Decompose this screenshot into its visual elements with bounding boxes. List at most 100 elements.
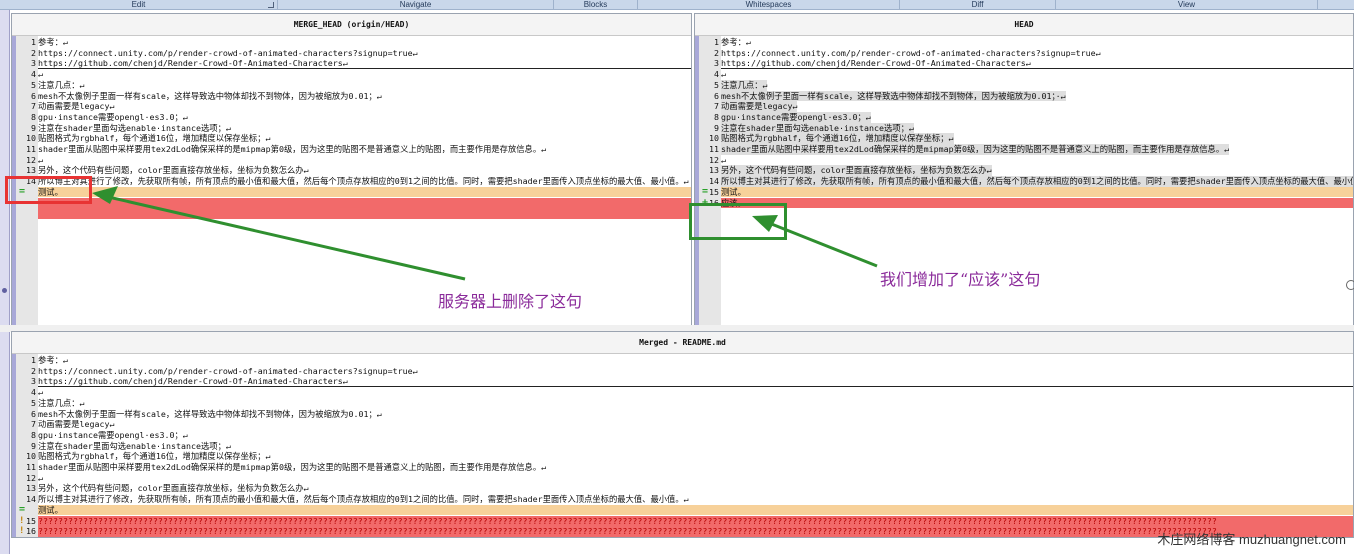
code-line[interactable]: ↵ bbox=[721, 69, 1353, 80]
ribbon-group-blocks[interactable]: Blocks bbox=[554, 0, 638, 10]
code-line[interactable]: ↵ bbox=[721, 155, 1353, 166]
line-number: 2 bbox=[714, 47, 719, 58]
code-line-text: 注意几点：↵ bbox=[721, 79, 768, 91]
code-line[interactable]: ????????????????????????????????????????… bbox=[38, 526, 1353, 537]
code-line[interactable]: 注意几点：↵ bbox=[38, 398, 1353, 409]
code-line[interactable]: ↵ bbox=[38, 69, 691, 80]
code-line[interactable]: 注意几点：↵ bbox=[38, 80, 691, 91]
code-line[interactable]: gpu·instance需要opengl·es3.0；↵ bbox=[38, 430, 1353, 441]
code-line-text: ↵ bbox=[721, 154, 726, 165]
ribbon-group-navigate[interactable]: Navigate bbox=[278, 0, 554, 10]
code-line[interactable]: 注意在shader里面勾选enable·instance选项；↵ bbox=[721, 122, 1353, 134]
code-line-text: 另外，这个代码有些问题，color里面直接存放坐标，坐标为负数怎么办↵ bbox=[38, 483, 309, 494]
code-line-text: 参考：↵ bbox=[38, 355, 68, 365]
code-line[interactable]: 测试。 bbox=[38, 504, 1353, 516]
code-line-text: 所以博主对其进行了修改，先获取所有帧，所有顶点的最小值和最大值，然后每个顶点存放… bbox=[38, 494, 689, 505]
code-line[interactable]: 动画需要是legacy↵ bbox=[38, 419, 1353, 430]
code-line[interactable]: 所以博主对其进行了修改，先获取所有帧，所有顶点的最小值和最大值，然后每个顶点存放… bbox=[38, 494, 1353, 505]
code-line[interactable]: gpu·instance需要opengl·es3.0；↵ bbox=[38, 112, 691, 123]
unchanged-line-icon: = bbox=[19, 503, 26, 515]
code-line[interactable]: https://github.com/chenjd/Render-Crowd-O… bbox=[38, 376, 1353, 388]
code-line[interactable]: https://connect.unity.com/p/render-crowd… bbox=[721, 48, 1353, 59]
ribbon-group-whitespaces[interactable]: Whitespaces bbox=[638, 0, 900, 10]
annotation-box-green bbox=[689, 203, 787, 240]
line-number: 1 bbox=[31, 355, 36, 365]
line-number: 6 bbox=[31, 90, 36, 101]
code-line[interactable]: shader里面从贴图中采样要用tex2dLod确保采样的是mipmap第0级，… bbox=[721, 144, 1353, 155]
code-line[interactable]: 所以博主对其进行了修改，先获取所有帧，所有顶点的最小值和最大值，然后每个顶点存放… bbox=[721, 176, 1353, 187]
code-line[interactable]: 测试。 bbox=[38, 186, 691, 198]
conflict-warning-icon: ! bbox=[19, 526, 25, 537]
code-line[interactable]: 测试。 bbox=[721, 186, 1353, 198]
code-line[interactable]: https://connect.unity.com/p/render-crowd… bbox=[38, 48, 691, 59]
code-line[interactable]: 另外，这个代码有些问题，color里面直接存放坐标，坐标为负数怎么办↵ bbox=[721, 165, 1353, 177]
code-line[interactable]: ↵ bbox=[38, 155, 691, 166]
text-area[interactable]: 参考：↵ https://connect.unity.com/p/render-c… bbox=[38, 354, 1353, 537]
code-line[interactable]: 参考：↵ bbox=[721, 37, 1353, 48]
code-line[interactable]: 另外，这个代码有些问题，color里面直接存放坐标，坐标为负数怎么办↵ bbox=[38, 165, 691, 176]
line-number: 14 bbox=[26, 494, 36, 505]
code-line[interactable]: shader里面从贴图中采样要用tex2dLod确保采样的是mipmap第0级，… bbox=[38, 462, 1353, 473]
gutter-bar bbox=[695, 36, 699, 325]
code-line-text: 动画需要是legacy↵ bbox=[38, 101, 115, 112]
code-line-text: mesh不太像例子里面一样有scale，这样导致选中物体却找不到物体，因为被缩放… bbox=[38, 408, 382, 419]
code-line[interactable]: mesh不太像例子里面一样有scale，这样导致选中物体却找不到物体，因为被缩放… bbox=[38, 91, 691, 102]
left-splitter-strip[interactable] bbox=[0, 10, 10, 554]
line-number: 8 bbox=[714, 111, 719, 122]
line-number: 13 bbox=[26, 165, 36, 176]
pane-title: HEAD bbox=[695, 14, 1353, 36]
ribbon-group-view[interactable]: View bbox=[1056, 0, 1318, 10]
line-number: 7 bbox=[31, 101, 36, 112]
code-line[interactable]: 注意在shader里面勾选enable·instance选项；↵ bbox=[38, 123, 691, 134]
text-area[interactable]: 参考：↵ https://connect.unity.com/p/render-c… bbox=[38, 36, 691, 325]
code-line-text: shader里面从贴图中采样要用tex2dLod确保采样的是mipmap第0级，… bbox=[721, 144, 1230, 155]
code-line[interactable]: 参考：↵ bbox=[38, 37, 691, 48]
code-line-text: https://github.com/chenjd/Render-Crowd-O… bbox=[38, 376, 348, 387]
code-line[interactable]: mesh不太像例子里面一样有scale，这样导致选中物体却找不到物体，因为被缩放… bbox=[721, 90, 1353, 102]
code-line[interactable]: 注意在shader里面勾选enable·instance选项；↵ bbox=[38, 441, 1353, 452]
code-line[interactable]: 所以博主对其进行了修改，先获取所有帧，所有顶点的最小值和最大值，然后每个顶点存放… bbox=[38, 176, 691, 187]
code-line[interactable]: 动画需要是legacy↵ bbox=[721, 101, 1353, 112]
code-line-text: https://github.com/chenjd/Render-Crowd-O… bbox=[38, 58, 348, 69]
code-line[interactable]: https://github.com/chenjd/Render-Crowd-O… bbox=[38, 58, 691, 70]
code-line[interactable]: shader里面从贴图中采样要用tex2dLod确保采样的是mipmap第0级，… bbox=[38, 144, 691, 155]
pane-title: MERGE_HEAD (origin/HEAD) bbox=[12, 14, 691, 36]
splitter-handle-icon[interactable] bbox=[2, 288, 7, 293]
code-line[interactable]: https://github.com/chenjd/Render-Crowd-O… bbox=[721, 58, 1353, 70]
code-line[interactable]: 参考：↵ bbox=[38, 355, 1353, 366]
line-number: 15 bbox=[709, 186, 719, 197]
code-line[interactable]: ????????????????????????????????????????… bbox=[38, 515, 1353, 527]
line-number: 4 bbox=[714, 69, 719, 80]
line-number: 5 bbox=[31, 79, 36, 90]
watermark: 木庄网络博客 muzhuangnet.com bbox=[1157, 532, 1346, 547]
code-line[interactable]: ↵ bbox=[38, 387, 1353, 398]
line-number: 12 bbox=[26, 154, 36, 165]
code-line[interactable]: ↵ bbox=[38, 473, 1353, 484]
code-line-text: 参考：↵ bbox=[38, 37, 68, 47]
line-number: 5 bbox=[31, 397, 36, 408]
code-line[interactable]: 动画需要是legacy↵ bbox=[38, 101, 691, 112]
code-line[interactable]: 贴图格式为rgbhalf，每个通道16位，增加精度以保存坐标；↵ bbox=[38, 133, 691, 144]
code-line[interactable]: 注意几点：↵ bbox=[721, 79, 1353, 91]
code-line-text: gpu·instance需要opengl·es3.0；↵ bbox=[38, 429, 188, 440]
line-number: 3 bbox=[714, 58, 719, 69]
code-line[interactable]: gpu·instance需要opengl·es3.0；↵ bbox=[721, 111, 1353, 123]
code-line[interactable]: 另外，这个代码有些问题，color里面直接存放坐标，坐标为负数怎么办↵ bbox=[38, 483, 1353, 494]
code-line[interactable]: 应该。 bbox=[721, 197, 1353, 209]
code-line[interactable] bbox=[38, 197, 691, 219]
ribbon-group-diff[interactable]: Diff bbox=[900, 0, 1056, 10]
line-number: 14 bbox=[709, 176, 719, 187]
scroll-indicator-icon[interactable] bbox=[1346, 280, 1354, 290]
dialog-launcher-icon[interactable] bbox=[268, 2, 274, 8]
code-line-text: 动画需要是legacy↵ bbox=[721, 101, 798, 112]
code-line[interactable]: 贴图格式为rgbhalf，每个通道16位，增加精度以保存坐标；↵ bbox=[38, 451, 1353, 462]
line-number: 10 bbox=[26, 451, 36, 462]
conflict-warning-icon: ! bbox=[19, 515, 25, 526]
code-line[interactable]: https://connect.unity.com/p/render-crowd… bbox=[38, 366, 1353, 377]
gutter-bar bbox=[12, 354, 16, 537]
ribbon-group-edit[interactable]: Edit bbox=[0, 0, 278, 10]
code-line[interactable]: mesh不太像例子里面一样有scale，这样导致选中物体却找不到物体，因为被缩放… bbox=[38, 409, 1353, 420]
code-line-text: 所以博主对其进行了修改，先获取所有帧，所有顶点的最小值和最大值，然后每个顶点存放… bbox=[38, 176, 689, 187]
line-number: 9 bbox=[31, 440, 36, 451]
code-line[interactable]: 贴图格式为rgbhalf，每个通道16位，增加精度以保存坐标；↵ bbox=[721, 133, 1353, 144]
